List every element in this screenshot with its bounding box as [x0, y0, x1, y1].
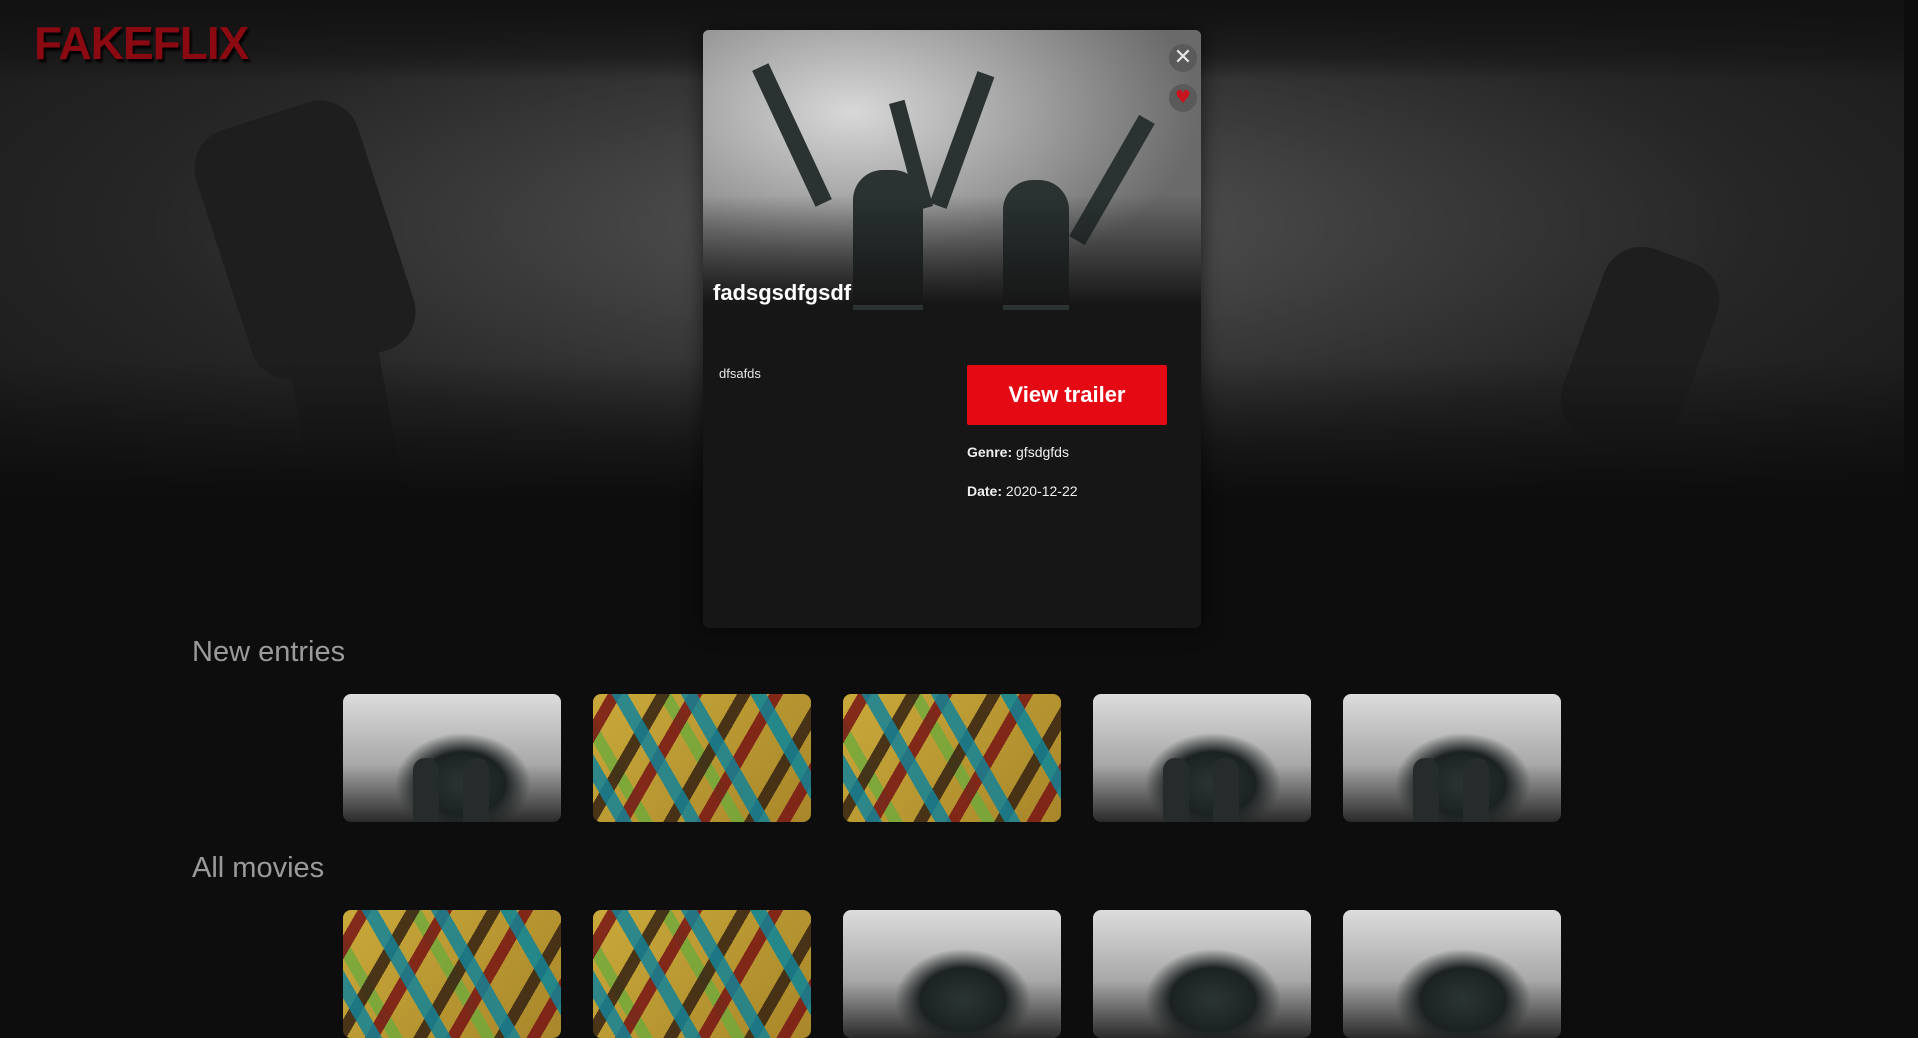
movie-thumbnail[interactable] — [1343, 910, 1561, 1038]
movie-description: dfsafds — [719, 366, 761, 381]
movie-thumbnail[interactable] — [343, 694, 561, 822]
date-label: Date: — [967, 483, 1006, 499]
movie-thumbnail[interactable] — [343, 910, 561, 1038]
movie-date: Date: 2020-12-22 — [967, 483, 1078, 499]
row-title-all-movies: All movies — [192, 852, 325, 884]
movie-poster-image — [703, 30, 1201, 310]
app-logo[interactable]: FAKEFLIX — [34, 16, 249, 70]
page-scrollbar[interactable] — [1904, 0, 1918, 934]
movie-thumbnail[interactable] — [593, 694, 811, 822]
new-entries-row — [343, 694, 1561, 822]
genre-value: gfsdgfds — [1016, 444, 1069, 460]
hero-hand-right — [1549, 235, 1731, 465]
view-trailer-button[interactable]: View trailer — [967, 365, 1167, 425]
movie-thumbnail[interactable] — [1343, 694, 1561, 822]
heart-icon[interactable]: ♥ — [1169, 84, 1197, 112]
movie-thumbnail[interactable] — [593, 910, 811, 1038]
statue-arm — [752, 63, 832, 207]
statue-arm — [1069, 114, 1155, 246]
date-value: 2020-12-22 — [1005, 483, 1078, 499]
movie-thumbnail[interactable] — [1093, 910, 1311, 1038]
movie-thumbnail[interactable] — [843, 910, 1061, 1038]
close-icon[interactable]: ✕ — [1169, 44, 1197, 72]
movie-thumbnail[interactable] — [1093, 694, 1311, 822]
movie-detail-modal: ✕ ♥ fadsgsdfgsdf dfsafds View trailer Ge… — [703, 30, 1201, 628]
row-title-new-entries: New entries — [192, 636, 346, 668]
statue-figure — [1003, 180, 1069, 310]
genre-label: Genre: — [967, 444, 1017, 460]
movie-genre: Genre: gfsdgfds — [967, 444, 1069, 460]
statue-arm — [929, 71, 995, 209]
movie-thumbnail[interactable] — [843, 694, 1061, 822]
all-movies-row — [343, 910, 1561, 1038]
movie-title: fadsgsdfgsdf — [713, 280, 852, 305]
